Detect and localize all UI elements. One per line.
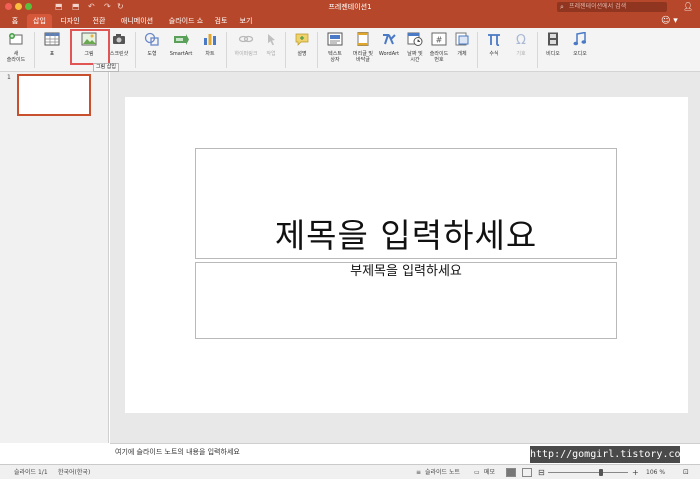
normal-view-button[interactable] [506, 468, 516, 477]
equation-button[interactable]: 수식 [484, 28, 504, 72]
link-icon [238, 35, 254, 43]
search-icon: ⌕ [560, 3, 564, 11]
status-bar: 슬라이드 1/1 한국어(한국) ≡ 슬라이드 노트 ▭ 메모 ⊟ − + 10… [0, 464, 700, 479]
chart-icon [204, 34, 216, 45]
tab-review[interactable]: 검토 [213, 14, 229, 28]
user-icon[interactable]: 👤︎ [683, 2, 693, 12]
slide-count: 슬라이드 1/1 [14, 469, 48, 476]
tab-transitions[interactable]: 전환 [88, 14, 110, 28]
chart-label: 차트 [205, 51, 215, 57]
tab-animations[interactable]: 애니메이션 [116, 14, 158, 28]
video-button[interactable]: 비디오 [543, 28, 563, 72]
textbox-button[interactable]: 텍스트 상자 [324, 28, 346, 72]
audio-label: 오디오 [573, 51, 587, 57]
header-footer-icon [357, 32, 369, 46]
hyperlink-button[interactable]: 하이퍼링크 [233, 28, 259, 72]
picture-button-highlight [70, 29, 110, 65]
tab-insert[interactable]: 삽입 [27, 14, 52, 28]
slide-editor: 제목을 입력하세요 부제목을 입력하세요 [110, 72, 700, 443]
table-icon [44, 32, 60, 46]
comment-icon [295, 33, 309, 46]
search-box[interactable]: ⌕ 프레젠테이션에서 검색 [557, 2, 667, 12]
music-note-icon [573, 32, 587, 46]
date-time-button[interactable]: 날짜 및 시간 [404, 28, 426, 72]
action-label: 작업 [266, 51, 276, 57]
subtitle-placeholder-text: 부제목을 입력하세요 [350, 264, 462, 279]
smartart-icon [174, 34, 189, 45]
ribbon-tabs: 홈 삽입 디자인 전환 애니메이션 슬라이드 쇼 검토 보기 ☺ ▾ [0, 14, 700, 28]
ribbon-separator [537, 32, 538, 68]
table-button[interactable]: 표 [41, 28, 63, 72]
new-slide-label: 새 슬라이드 [6, 51, 26, 63]
svg-text:#: # [436, 36, 443, 45]
slide-sorter-button[interactable] [522, 468, 532, 477]
notes-placeholder: 여기에 슬라이드 노트의 내용을 입력하세요 [115, 448, 240, 456]
ribbon-separator [477, 32, 478, 68]
pi-icon [488, 34, 500, 46]
title-bar: ⬒ ⬒ ↶ ↷ ↻ 프레젠테이션1 ⌕ 프레젠테이션에서 검색 👤︎ [0, 0, 700, 14]
object-button[interactable]: 개체 [452, 28, 472, 72]
audio-button[interactable]: 오디오 [570, 28, 590, 72]
zoom-level[interactable]: 106 % [646, 465, 665, 479]
cursor-star-icon [268, 34, 275, 46]
camera-icon [113, 34, 125, 44]
language-indicator[interactable]: 한국어(한국) [58, 465, 90, 479]
zoom-in-icon[interactable]: + [632, 465, 639, 479]
slide-thumbnail-pane: 1 [0, 72, 109, 443]
svg-text:Ω: Ω [516, 33, 526, 46]
calendar-clock-icon [407, 32, 423, 46]
header-footer-button[interactable]: 머리글 및 바닥글 [351, 28, 375, 72]
wordart-icon [383, 34, 396, 45]
object-icon [455, 32, 469, 46]
comment-button[interactable]: 설명 [292, 28, 312, 72]
title-placeholder-text: 제목을 입력하세요 [274, 216, 538, 255]
powerpoint-window: ⬒ ⬒ ↶ ↷ ↻ 프레젠테이션1 ⌕ 프레젠테이션에서 검색 👤︎ 홈 삽입 … [0, 0, 700, 479]
reading-view-icon: ⊟ [538, 468, 545, 477]
tab-view[interactable]: 보기 [238, 14, 254, 28]
ribbon-separator [135, 32, 136, 68]
feedback-smiley-icon[interactable]: ☺ ▾ [661, 15, 678, 27]
film-icon [548, 32, 558, 46]
wordart-button[interactable]: WordArt [377, 28, 401, 72]
object-label: 개체 [457, 51, 467, 57]
zoom-slider-handle[interactable] [599, 469, 603, 476]
tab-slideshow[interactable]: 슬라이드 쇼 [163, 14, 209, 28]
ribbon-separator [285, 32, 286, 68]
notes-toggle-button[interactable]: 슬라이드 노트 [425, 465, 460, 479]
ribbon-separator [226, 32, 227, 68]
table-label: 표 [49, 51, 55, 57]
fit-slide-icon[interactable]: ⊡ [683, 465, 689, 479]
tab-home[interactable]: 홈 [8, 14, 22, 28]
slide-thumbnail[interactable] [17, 74, 91, 116]
shapes-button[interactable]: 도형 [141, 28, 163, 72]
insert-picture-tooltip: 그림 삽입 [93, 63, 119, 72]
ribbon-separator [34, 32, 35, 68]
slide-number-icon: # [431, 32, 447, 46]
watermark: http://gomgirl.tistory.com [530, 446, 687, 463]
comments-icon: ▭ [474, 469, 480, 476]
zoom-slider[interactable] [548, 472, 628, 473]
tab-design[interactable]: 디자인 [56, 14, 84, 28]
new-slide-icon [9, 33, 23, 45]
search-placeholder: 프레젠테이션에서 검색 [569, 3, 627, 10]
slide-number: 1 [7, 74, 11, 81]
shapes-icon [144, 32, 159, 46]
omega-icon: Ω [516, 33, 526, 46]
slide-number-button[interactable]: # 슬라이드 번호 [428, 28, 450, 72]
textbox-icon [327, 32, 343, 46]
notes-toggle-icon: ≡ [416, 469, 422, 476]
smartart-button[interactable]: SmartArt [167, 28, 195, 72]
action-button[interactable]: 작업 [262, 28, 280, 72]
new-slide-button[interactable]: 새 슬라이드 [3, 28, 29, 72]
chart-button[interactable]: 차트 [199, 28, 221, 72]
subtitle-placeholder[interactable]: 부제목을 입력하세요 [195, 262, 617, 339]
comments-button[interactable]: 메모 [484, 465, 495, 479]
comment-label: 설명 [297, 51, 307, 57]
slide-canvas[interactable]: 제목을 입력하세요 부제목을 입력하세요 [125, 97, 688, 413]
title-placeholder[interactable]: 제목을 입력하세요 [195, 148, 617, 259]
symbol-label: 기호 [516, 51, 526, 57]
symbol-button[interactable]: Ω 기호 [511, 28, 531, 72]
